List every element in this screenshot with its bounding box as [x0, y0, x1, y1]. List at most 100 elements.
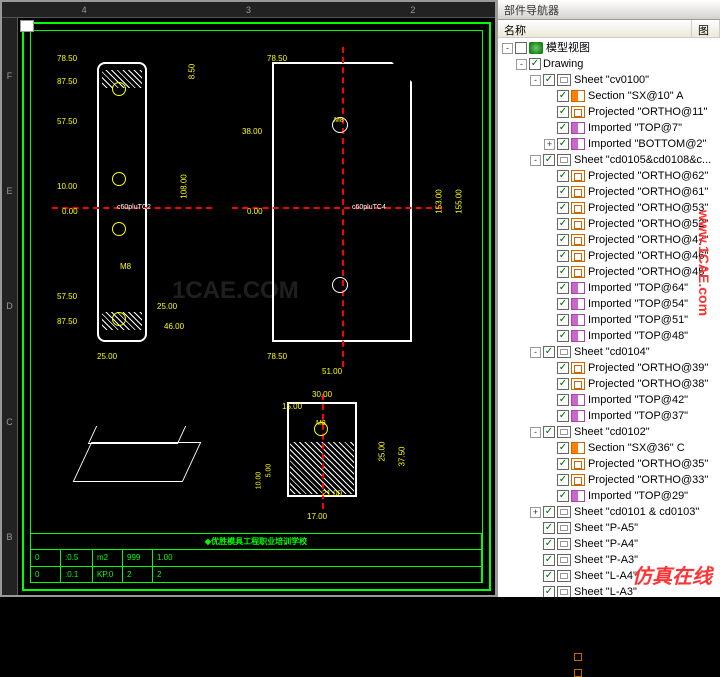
- visibility-checkbox[interactable]: ✓: [557, 442, 569, 454]
- visibility-checkbox[interactable]: ✓: [557, 122, 569, 134]
- ruler-left: FEDCB: [2, 18, 18, 595]
- tree-node[interactable]: -✓Drawing: [498, 56, 720, 72]
- expand-toggle[interactable]: +: [544, 139, 555, 150]
- tree-node[interactable]: ✓Projected "ORTHO@45": [498, 264, 720, 280]
- visibility-checkbox[interactable]: ✓: [557, 458, 569, 470]
- expand-toggle[interactable]: -: [530, 427, 541, 438]
- visibility-checkbox[interactable]: ✓: [557, 490, 569, 502]
- tree-node[interactable]: ✓ Imported "TOP@51": [498, 312, 720, 328]
- tree-node[interactable]: +✓Sheet "cd0101 & cd0103": [498, 504, 720, 520]
- tree-node[interactable]: ✓ Imported "TOP@54": [498, 296, 720, 312]
- tree-node[interactable]: ✓Projected "ORTHO@33": [498, 472, 720, 488]
- visibility-checkbox[interactable]: ✓: [543, 538, 555, 550]
- visibility-checkbox[interactable]: ✓: [543, 426, 555, 438]
- tree-node[interactable]: -✓Sheet "cd0102": [498, 424, 720, 440]
- tree-node[interactable]: ✓Imported "TOP@7": [498, 120, 720, 136]
- visibility-checkbox[interactable]: ✓: [557, 362, 569, 374]
- visibility-checkbox[interactable]: ✓: [543, 570, 555, 582]
- tree-node[interactable]: ✓Section "SX@10" A: [498, 88, 720, 104]
- visibility-checkbox[interactable]: ✓: [543, 522, 555, 534]
- visibility-checkbox[interactable]: ✓: [557, 394, 569, 406]
- tree-node[interactable]: ✓Sheet "L-A3": [498, 584, 720, 597]
- node-label: Imported "TOP@51": [588, 312, 688, 328]
- part-left: [97, 62, 147, 342]
- tree-node[interactable]: ✓Projected "ORTHO@62": [498, 168, 720, 184]
- visibility-checkbox[interactable]: ✓: [557, 314, 569, 326]
- expand-toggle: [544, 443, 555, 454]
- expand-toggle: [530, 555, 541, 566]
- tree-node[interactable]: ✓Section "SX@36" C: [498, 440, 720, 456]
- cad-canvas[interactable]: 432 FEDCB c60pluTC2 c60pluTC4 78.50 87.5…: [0, 0, 497, 597]
- tree-node[interactable]: ✓Imported "TOP@48": [498, 328, 720, 344]
- tree-node[interactable]: ✓Imported "TOP@29": [498, 488, 720, 504]
- visibility-checkbox[interactable]: [515, 42, 527, 54]
- visibility-checkbox[interactable]: ✓: [557, 474, 569, 486]
- tree-node[interactable]: ✓Projected "ORTHO@47": [498, 232, 720, 248]
- tree-node[interactable]: -模型视图: [498, 40, 720, 56]
- visibility-checkbox[interactable]: ✓: [557, 234, 569, 246]
- node-label: Sheet "P-A5": [574, 520, 638, 536]
- visibility-checkbox[interactable]: ✓: [557, 186, 569, 198]
- proj-icon: [571, 458, 585, 470]
- visibility-checkbox[interactable]: ✓: [557, 298, 569, 310]
- visibility-checkbox[interactable]: ✓: [543, 154, 555, 166]
- tree-node[interactable]: ✓Projected "ORTHO@11": [498, 104, 720, 120]
- expand-toggle[interactable]: -: [516, 59, 527, 70]
- tree-node[interactable]: -✓Sheet "cv0100": [498, 72, 720, 88]
- visibility-checkbox[interactable]: ✓: [557, 218, 569, 230]
- tree-node[interactable]: ✓Projected "ORTHO@38": [498, 376, 720, 392]
- visibility-checkbox[interactable]: ✓: [543, 74, 555, 86]
- visibility-checkbox[interactable]: ✓: [543, 346, 555, 358]
- tree-node[interactable]: ✓Projected "ORTHO@52": [498, 216, 720, 232]
- imp-icon: [571, 394, 585, 406]
- tree-node[interactable]: ✓ Sheet "P-A5": [498, 520, 720, 536]
- tree-node[interactable]: -✓Sheet "cd0104": [498, 344, 720, 360]
- visibility-checkbox[interactable]: ✓: [557, 378, 569, 390]
- tree-node[interactable]: ✓ Sheet "L-A4": [498, 568, 720, 584]
- expand-toggle[interactable]: -: [530, 347, 541, 358]
- proj-icon: [571, 170, 585, 182]
- visibility-checkbox[interactable]: ✓: [543, 586, 555, 597]
- visibility-checkbox[interactable]: ✓: [557, 250, 569, 262]
- tree-node[interactable]: ✓Projected "ORTHO@61": [498, 184, 720, 200]
- visibility-checkbox[interactable]: ✓: [557, 202, 569, 214]
- col-name[interactable]: 名称: [498, 20, 692, 37]
- tree-node[interactable]: ✓Projected "ORTHO@53": [498, 200, 720, 216]
- visibility-checkbox[interactable]: ✓: [557, 330, 569, 342]
- expand-toggle: [544, 123, 555, 134]
- visibility-checkbox[interactable]: ✓: [557, 170, 569, 182]
- node-label: Sheet "L-A4": [574, 568, 637, 584]
- tree-node[interactable]: +✓Imported "BOTTOM@2": [498, 136, 720, 152]
- proj-icon: [571, 378, 585, 390]
- tree-node[interactable]: ✓Sheet "P-A4": [498, 536, 720, 552]
- proj-icon: [571, 234, 585, 246]
- tree-node[interactable]: ✓Projected "ORTHO@46": [498, 248, 720, 264]
- tree-node[interactable]: ✓Projected "ORTHO@39": [498, 360, 720, 376]
- expand-toggle: [530, 587, 541, 598]
- col-image[interactable]: 图: [692, 20, 720, 37]
- tree-node[interactable]: ✓ Imported "TOP@37": [498, 408, 720, 424]
- tree-node[interactable]: ✓Sheet "P-A3": [498, 552, 720, 568]
- visibility-checkbox[interactable]: ✓: [557, 282, 569, 294]
- tree-node[interactable]: ✓Imported "TOP@64": [498, 280, 720, 296]
- visibility-checkbox[interactable]: ✓: [557, 410, 569, 422]
- visibility-checkbox[interactable]: ✓: [557, 266, 569, 278]
- tree-view[interactable]: -模型视图-✓Drawing-✓Sheet "cv0100"✓Section "…: [498, 38, 720, 597]
- expand-toggle[interactable]: -: [530, 155, 541, 166]
- visibility-checkbox[interactable]: ✓: [543, 506, 555, 518]
- expand-toggle: [544, 395, 555, 406]
- visibility-checkbox[interactable]: ✓: [557, 90, 569, 102]
- visibility-checkbox[interactable]: ✓: [557, 106, 569, 118]
- expand-toggle[interactable]: -: [530, 75, 541, 86]
- tree-node[interactable]: -✓Sheet "cd0105&cd0108&c...: [498, 152, 720, 168]
- node-label: Imported "TOP@37": [588, 408, 688, 424]
- visibility-checkbox[interactable]: ✓: [529, 58, 541, 70]
- tree-node[interactable]: ✓Imported "TOP@42": [498, 392, 720, 408]
- expand-toggle[interactable]: -: [502, 43, 513, 54]
- visibility-checkbox[interactable]: ✓: [557, 138, 569, 150]
- expand-toggle[interactable]: +: [530, 507, 541, 518]
- node-label: Imported "TOP@54": [588, 296, 688, 312]
- tree-node[interactable]: ✓Projected "ORTHO@35": [498, 456, 720, 472]
- visibility-checkbox[interactable]: ✓: [543, 554, 555, 566]
- panel-title: 部件导航器: [498, 0, 720, 20]
